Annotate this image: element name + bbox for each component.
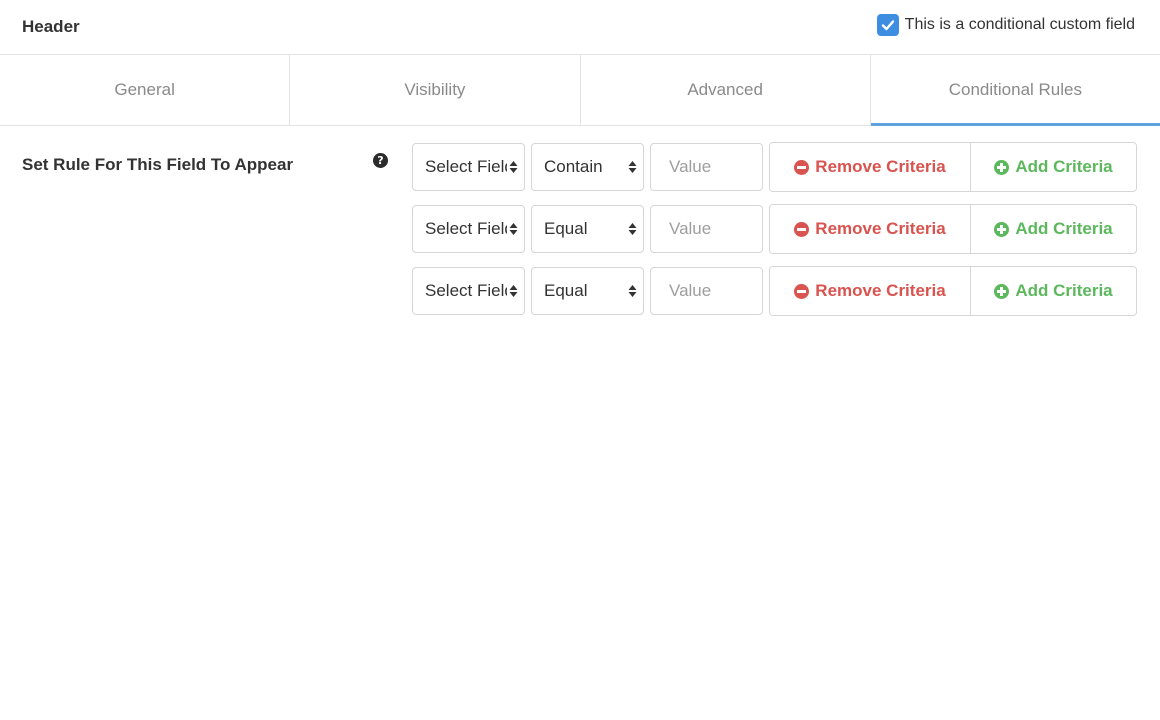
operator-select-value: Equal <box>544 281 588 300</box>
tab-conditional-rules[interactable]: Conditional Rules <box>870 55 1160 126</box>
operator-select[interactable]: Contain <box>531 143 644 191</box>
tab-visibility[interactable]: Visibility <box>290 55 581 125</box>
add-criteria-button[interactable]: Add Criteria <box>971 143 1136 191</box>
sort-icon <box>509 222 518 236</box>
question-circle-icon[interactable]: ? <box>373 153 388 168</box>
criteria-button-group: Remove Criteria Add Criteria <box>769 142 1137 192</box>
rules-section-label: Set Rule For This Field To Appear <box>22 155 294 174</box>
plus-circle-icon <box>994 221 1010 237</box>
add-criteria-button[interactable]: Add Criteria <box>971 267 1136 315</box>
sort-icon <box>509 160 518 174</box>
value-input[interactable] <box>650 205 763 253</box>
field-select-value: Select Field <box>425 157 507 176</box>
minus-circle-icon <box>794 283 810 299</box>
plus-circle-icon <box>994 159 1010 175</box>
minus-circle-icon <box>794 221 810 237</box>
criteria-button-group: Remove Criteria Add Criteria <box>769 204 1137 254</box>
conditional-field-toggle[interactable]: This is a conditional custom field <box>876 14 1135 36</box>
minus-circle-icon <box>794 159 810 175</box>
add-criteria-label: Add Criteria <box>1015 281 1113 300</box>
tab-bar: General Visibility Advanced Conditional … <box>0 55 1160 126</box>
field-select[interactable]: Select Field <box>412 205 525 253</box>
tab-advanced[interactable]: Advanced <box>581 55 871 125</box>
remove-criteria-label: Remove Criteria <box>815 157 946 176</box>
rule-row: Select Field Equal Remove Criteria Add C… <box>412 204 1137 254</box>
field-select-value: Select Field <box>425 281 507 300</box>
conditional-checkbox[interactable] <box>876 14 899 36</box>
operator-select-value: Contain <box>544 157 603 176</box>
remove-criteria-label: Remove Criteria <box>815 281 946 300</box>
add-criteria-button[interactable]: Add Criteria <box>971 205 1136 253</box>
rule-row: Select Field Contain Remove Criteria Add… <box>412 142 1137 192</box>
sort-icon <box>628 160 637 174</box>
operator-select[interactable]: Equal <box>531 267 644 315</box>
field-select[interactable]: Select Field <box>412 267 525 315</box>
remove-criteria-button[interactable]: Remove Criteria <box>770 267 971 315</box>
tab-general[interactable]: General <box>0 55 291 125</box>
sort-icon <box>628 284 637 298</box>
conditional-label: This is a conditional custom field <box>904 16 1135 33</box>
value-input[interactable] <box>650 143 763 191</box>
page-title: Header <box>22 17 80 36</box>
checkmark-icon <box>881 20 894 31</box>
sort-icon <box>509 284 518 298</box>
rule-row: Select Field Equal Remove Criteria Add C… <box>412 266 1137 316</box>
operator-select-value: Equal <box>544 219 588 238</box>
add-criteria-label: Add Criteria <box>1015 219 1113 238</box>
remove-criteria-button[interactable]: Remove Criteria <box>770 143 971 191</box>
remove-criteria-button[interactable]: Remove Criteria <box>770 205 971 253</box>
sort-icon <box>628 222 637 236</box>
criteria-button-group: Remove Criteria Add Criteria <box>769 266 1137 316</box>
header-bar: Header This is a conditional custom fiel… <box>0 0 1160 55</box>
field-select-value: Select Field <box>425 219 507 238</box>
operator-select[interactable]: Equal <box>531 205 644 253</box>
add-criteria-label: Add Criteria <box>1015 157 1113 176</box>
value-input[interactable] <box>650 267 763 315</box>
plus-circle-icon <box>994 283 1010 299</box>
remove-criteria-label: Remove Criteria <box>815 219 946 238</box>
field-select[interactable]: Select Field <box>412 143 525 191</box>
rules-list: Select Field Contain Remove Criteria Add… <box>412 142 1137 328</box>
